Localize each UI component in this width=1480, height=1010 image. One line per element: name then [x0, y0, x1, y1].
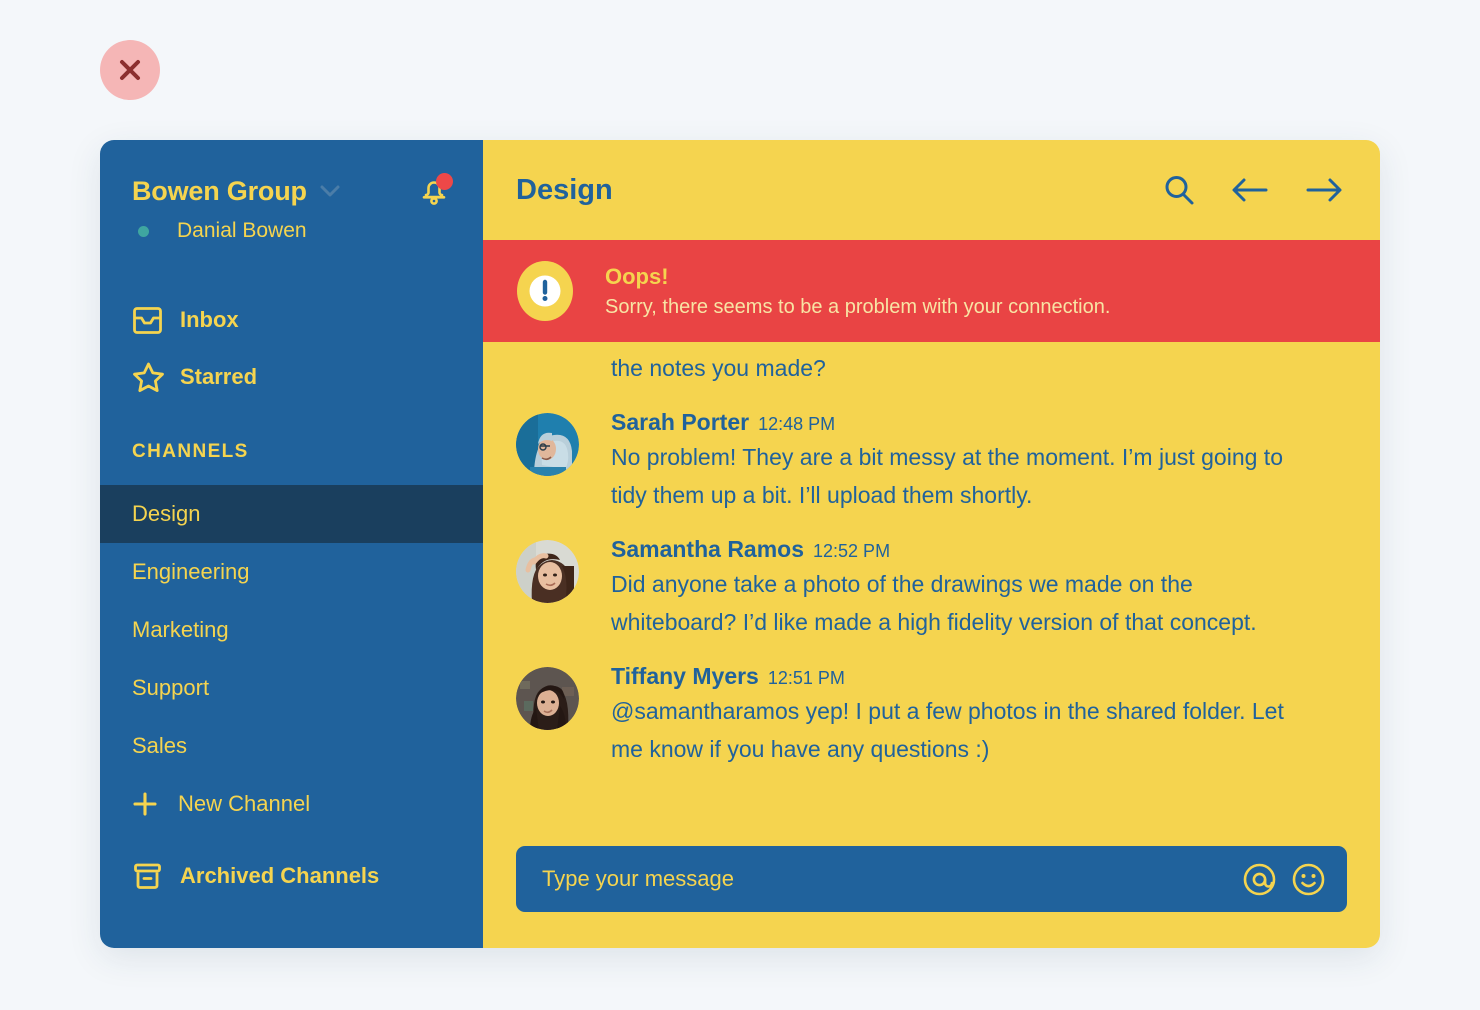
avatar-sarah-porter[interactable] [516, 412, 579, 476]
close-button[interactable] [100, 40, 160, 100]
message-item: Tiffany Myers 12:51 PM @samantharamos ye… [516, 663, 1347, 769]
message-text: No problem! They are a bit messy at the … [611, 443, 1283, 508]
sidebar-item-archived-label: Archived Channels [180, 863, 380, 888]
arrow-left-icon[interactable] [1230, 173, 1270, 207]
message-partial-top: the notes you made? [611, 355, 826, 381]
error-banner: Oops! Sorry, there seems to be a problem… [483, 240, 1380, 342]
message-meta: Sarah Porter 12:48 PM [611, 409, 1347, 436]
message-meta: Samantha Ramos 12:52 PM [611, 536, 1347, 563]
sidebar-item-support[interactable]: Support [100, 659, 483, 717]
message-author[interactable]: Samantha Ramos [611, 536, 804, 563]
main-pane: Design Oops! Sorry, there seems to be a … [483, 140, 1380, 948]
message-composer[interactable] [516, 846, 1347, 912]
smiley-face-icon[interactable] [1292, 863, 1325, 896]
message-text: Did anyone take a photo of the drawings … [611, 570, 1257, 635]
message-timestamp: 12:48 PM [758, 413, 836, 434]
notifications-button[interactable] [415, 172, 453, 210]
message-list[interactable]: the notes you made? Sarah Porter 12:48 P… [483, 342, 1380, 846]
search-icon[interactable] [1162, 173, 1196, 207]
message-text: @samantharamos yep! I put a few photos i… [611, 697, 1284, 762]
header-actions [1162, 173, 1344, 207]
avatar-samantha-ramos[interactable] [516, 539, 579, 603]
app-window: Bowen Group Danial Bowen Inbox Starred C… [100, 140, 1380, 948]
sidebar-item-sales[interactable]: Sales [100, 717, 483, 775]
current-user[interactable]: Danial Bowen [100, 210, 483, 243]
chat-header: Design [483, 140, 1380, 240]
message-item: Samantha Ramos 12:52 PM Did anyone take … [516, 536, 1347, 642]
avatar-tiffany-myers[interactable] [516, 666, 579, 730]
sidebar-item-marketing[interactable]: Marketing [100, 601, 483, 659]
sidebar-item-engineering[interactable]: Engineering [100, 543, 483, 601]
inbox-icon [132, 305, 166, 336]
channel-list: Design Engineering Marketing Support Sal… [100, 485, 483, 775]
alert-exclamation-icon [516, 260, 574, 322]
message-content: Samantha Ramos 12:52 PM Did anyone take … [611, 536, 1347, 642]
error-message: Sorry, there seems to be a problem with … [605, 296, 1111, 319]
sidebar-item-inbox-label: Inbox [180, 307, 239, 332]
channels-section-title: CHANNELS [132, 441, 249, 462]
sidebar-item-starred-label: Starred [180, 364, 258, 389]
sidebar-item-design[interactable]: Design [100, 485, 483, 543]
sidebar-item-inbox[interactable]: Inbox [100, 297, 483, 343]
message-timestamp: 12:51 PM [767, 667, 845, 688]
page-title: Design [516, 173, 613, 206]
error-title: Oops! [605, 263, 669, 289]
presence-online-icon [138, 225, 149, 237]
plus-icon [132, 791, 160, 817]
message-author[interactable]: Sarah Porter [611, 409, 749, 436]
message-timestamp: 12:52 PM [813, 540, 891, 561]
close-icon [120, 60, 140, 80]
chevron-down-icon[interactable] [319, 184, 341, 203]
at-mention-icon[interactable] [1243, 863, 1276, 896]
message-content: Sarah Porter 12:48 PM No problem! They a… [611, 409, 1347, 515]
sidebar-item-starred[interactable]: Starred [100, 354, 483, 400]
message-author[interactable]: Tiffany Myers [611, 663, 759, 690]
sidebar: Bowen Group Danial Bowen Inbox Starred C… [100, 140, 483, 948]
current-user-name: Danial Bowen [177, 219, 307, 242]
message-item: Sarah Porter 12:48 PM No problem! They a… [516, 409, 1347, 515]
composer-actions [1243, 863, 1325, 896]
message-content: Tiffany Myers 12:51 PM @samantharamos ye… [611, 663, 1347, 769]
notification-badge [436, 173, 453, 190]
sidebar-item-archived-channels[interactable]: Archived Channels [100, 851, 483, 901]
message-input[interactable] [542, 866, 1243, 892]
workspace-name[interactable]: Bowen Group [132, 176, 307, 207]
star-icon [132, 361, 166, 394]
error-text: Oops! Sorry, there seems to be a problem… [605, 263, 1110, 320]
new-channel-button[interactable]: New Channel [100, 775, 483, 833]
workspace-header: Bowen Group [100, 140, 483, 210]
message-meta: Tiffany Myers 12:51 PM [611, 663, 1347, 690]
composer-area [483, 846, 1380, 948]
new-channel-label: New Channel [178, 791, 311, 816]
archive-box-icon [132, 861, 166, 892]
arrow-right-icon[interactable] [1304, 173, 1344, 207]
